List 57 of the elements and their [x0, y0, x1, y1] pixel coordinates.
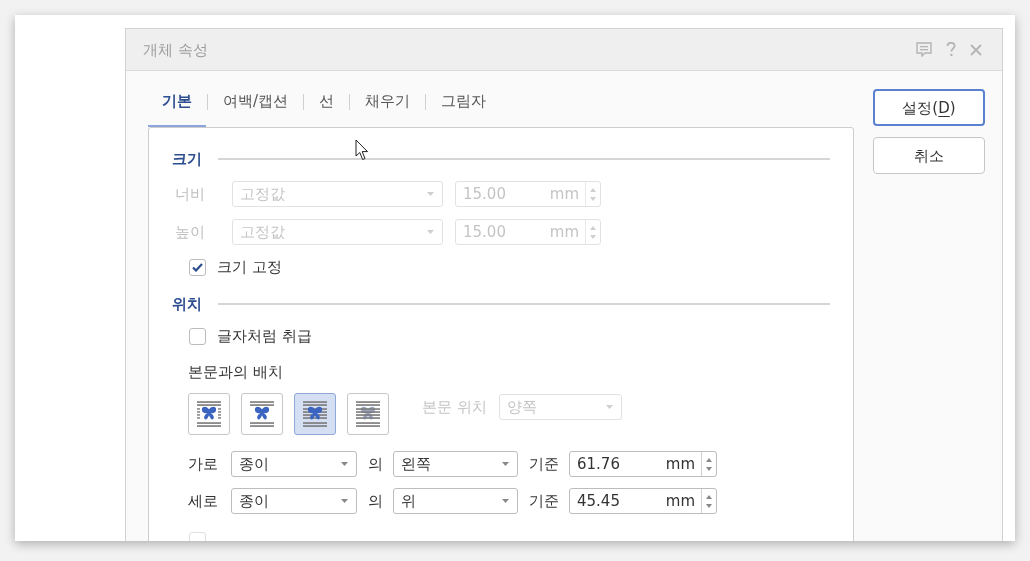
number-field[interactable]: 45.45 mm [569, 488, 717, 514]
close-icon[interactable] [970, 43, 982, 56]
caret-icon [502, 499, 509, 503]
butterfly-with-lines-icon [248, 400, 276, 428]
unit-label: mm [549, 184, 580, 204]
tab[interactable]: 여백/캡션 [209, 90, 303, 127]
wrap-option-button[interactable] [347, 393, 389, 435]
unit-label: mm [665, 491, 696, 511]
field-label: 세로 [188, 491, 219, 511]
field-label: 기준 [527, 491, 560, 511]
spin-down-icon[interactable] [706, 503, 712, 508]
dropdown[interactable]: 왼쪽 [393, 451, 518, 477]
mouse-pointer-icon [355, 139, 369, 161]
wrap-option-button[interactable] [294, 393, 336, 435]
window-title: 개체 속성 [143, 39, 208, 60]
checkbox[interactable] [189, 327, 206, 345]
checkbox[interactable] [189, 258, 206, 276]
group-label: 본문과의 배치 [188, 362, 283, 382]
caret-icon [341, 462, 348, 466]
field-label: 가로 [188, 454, 219, 474]
section-heading: 크기 [172, 149, 203, 169]
spin-up-icon[interactable] [706, 494, 712, 499]
tab[interactable]: 그림자 [427, 90, 501, 127]
wrap-option-button[interactable] [241, 393, 283, 435]
caret-icon [427, 230, 434, 234]
checkbox-label: 글자처럼 취급 [217, 326, 312, 346]
dialog-button[interactable]: 설정(D) [873, 89, 985, 126]
section-heading: 위치 [172, 294, 203, 314]
tab[interactable]: 채우기 [351, 90, 425, 127]
dropdown[interactable]: 종이 [231, 488, 357, 514]
field-label: 너비 [175, 184, 206, 204]
number-field[interactable]: 61.76 mm [569, 451, 717, 477]
field-label: 본문 위치 [422, 397, 487, 417]
unit-label: mm [549, 222, 580, 242]
tab[interactable]: 선 [305, 90, 349, 127]
spin-up-icon[interactable] [706, 457, 712, 462]
caret-icon [605, 405, 613, 409]
butterfly-with-lines-icon [301, 400, 329, 428]
field-label: 의 [366, 491, 384, 511]
checkbox-label: 크기 고정 [217, 257, 282, 277]
caret-icon [427, 192, 434, 196]
unit-label: mm [665, 454, 696, 474]
caret-icon [502, 462, 509, 466]
checkmark-icon [192, 262, 203, 272]
wrap-option-button[interactable] [188, 393, 230, 435]
dropdown[interactable]: 종이 [231, 451, 357, 477]
butterfly-with-lines-icon [354, 400, 382, 428]
field-label: 의 [366, 454, 384, 474]
field-label: 기준 [527, 454, 560, 474]
caret-icon [341, 499, 348, 503]
spin-down-icon[interactable] [706, 466, 712, 471]
message-icon[interactable] [916, 42, 932, 57]
dropdown[interactable]: 위 [393, 488, 518, 514]
field-label: 높이 [175, 222, 206, 242]
butterfly-with-lines-icon [195, 400, 223, 428]
dialog-button[interactable]: 취소 [873, 137, 985, 174]
help-icon[interactable] [946, 42, 956, 57]
